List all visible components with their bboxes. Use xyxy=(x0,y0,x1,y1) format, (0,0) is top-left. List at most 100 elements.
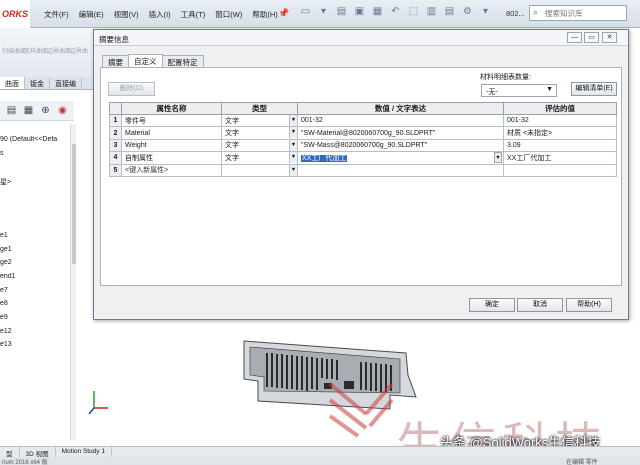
tree-scrollbar[interactable] xyxy=(70,124,76,440)
cancel-button[interactable]: 取消 xyxy=(517,298,563,312)
rebuild-icon[interactable]: ▥ xyxy=(426,6,437,18)
menu-tools[interactable]: 工具(T) xyxy=(181,9,206,20)
bom-quantity-select[interactable]: -无- ▼ xyxy=(481,84,557,97)
tab-custom[interactable]: 自定义 xyxy=(128,54,163,67)
folder-icon[interactable]: ▤ xyxy=(336,6,347,18)
tab-summary[interactable]: 摘要 xyxy=(102,55,129,67)
col-header-evaluated[interactable]: 评估的值 xyxy=(503,102,617,115)
table-row[interactable]: 1 零件号 文字 ▼ 001-32 001-32 xyxy=(109,113,617,128)
tree-item[interactable]: end1 xyxy=(0,273,72,287)
property-name-cell[interactable]: Material xyxy=(121,126,222,140)
configuration-manager-icon[interactable]: ⊕ xyxy=(40,105,51,117)
col-header-name[interactable]: 属性名称 xyxy=(121,102,222,115)
tab-motion-study[interactable]: Motion Study 1 xyxy=(56,447,112,457)
property-name-cell[interactable]: 零件号 xyxy=(121,113,222,128)
chevron-down-icon[interactable]: ▼ xyxy=(289,115,297,126)
tree-item[interactable]: ge2 xyxy=(0,259,72,273)
tree-item[interactable]: ge1 xyxy=(0,246,72,260)
status-version: rium 2016 x64 版 xyxy=(2,460,48,465)
print-icon[interactable]: ▦ xyxy=(372,6,383,18)
tree-item[interactable]: e12 xyxy=(0,328,72,342)
menu-edit[interactable]: 编辑(E) xyxy=(79,9,104,20)
edit-list-button[interactable]: 编辑清单(E) xyxy=(571,82,617,96)
menu-window[interactable]: 窗口(W) xyxy=(215,9,242,20)
table-row[interactable]: 5 <键入新属性> ▼ xyxy=(109,163,617,177)
tree-item[interactable]: e13 xyxy=(0,341,72,355)
open-icon[interactable]: ▾ xyxy=(318,6,329,18)
tab-direct-edit[interactable]: 直接编 xyxy=(50,77,82,89)
value-cell[interactable]: 001-32 xyxy=(297,113,504,128)
appearance-icon[interactable]: ◉ xyxy=(57,105,68,117)
pin-icon[interactable]: 📌 xyxy=(278,8,289,19)
tree-item[interactable] xyxy=(0,163,72,177)
type-cell[interactable]: 文字 ▼ xyxy=(221,113,298,128)
close-button[interactable]: ✕ xyxy=(602,32,617,43)
feature-tree-icon[interactable]: ▤ xyxy=(6,105,17,117)
cmd-boundary-surface[interactable]: 边界曲面 xyxy=(47,46,71,55)
options-gear-icon[interactable]: ⚙ xyxy=(462,6,473,18)
tree-item[interactable] xyxy=(0,204,72,218)
selected-value-text[interactable]: XX工厂代加工 xyxy=(301,154,348,162)
tree-item[interactable] xyxy=(0,191,72,205)
chevron-down-icon[interactable]: ▼ xyxy=(494,152,502,164)
table-row[interactable]: 2 Material 文字 ▼ "SW-Material@8020060700g_… xyxy=(109,126,617,140)
chevron-down-icon[interactable]: ▾ xyxy=(480,6,491,18)
tree-item[interactable]: e7 xyxy=(0,287,72,301)
value-cell[interactable]: "SW-Mass@8020060700g_90.SLDPRT" xyxy=(297,138,504,153)
tree-item[interactable]: e8 xyxy=(0,300,72,314)
cmd-boundary-extra[interactable]: 边界曲 xyxy=(70,46,88,55)
tab-configuration-specific[interactable]: 配置特定 xyxy=(161,55,204,67)
col-header-value[interactable]: 数值 / 文字表达 xyxy=(297,102,504,115)
tree-item[interactable] xyxy=(0,218,72,232)
table-row[interactable]: 3 Weight 文字 ▼ "SW-Mass@8020060700g_90.SLD… xyxy=(109,138,617,153)
property-manager-icon[interactable]: ▦ xyxy=(23,105,34,117)
tree-item[interactable]: 星> xyxy=(0,177,72,191)
type-cell[interactable]: 文字 ▼ xyxy=(221,151,298,165)
property-name-cell[interactable]: Weight xyxy=(121,138,222,153)
type-cell[interactable]: 文字 ▼ xyxy=(221,138,298,153)
property-name-cell[interactable]: 自制属性 xyxy=(121,151,222,165)
menu-help[interactable]: 帮助(H) xyxy=(252,9,277,20)
tree-item[interactable]: e1 xyxy=(0,232,72,246)
tab-3d-views[interactable]: 3D 视图 xyxy=(20,447,56,458)
custom-properties-panel: 删除(D) 材料明细表数量: -无- ▼ 编辑清单(E) 属性名称 类型 数值 … xyxy=(100,67,622,286)
save-icon[interactable]: ▣ xyxy=(354,6,365,18)
tree-item[interactable]: 90 (Default<<Defa xyxy=(0,136,72,150)
menu-insert[interactable]: 插入(I) xyxy=(149,9,171,20)
col-header-type[interactable]: 类型 xyxy=(221,102,298,115)
chevron-down-icon[interactable]: ▼ xyxy=(289,127,297,139)
table-row[interactable]: 4 自制属性 文字 ▼ XX工厂代加工 ▼ XX工厂代加工 xyxy=(109,151,617,165)
delete-button[interactable]: 删除(D) xyxy=(108,82,155,96)
chevron-down-icon[interactable]: ▼ xyxy=(289,165,297,176)
restore-button[interactable]: ▭ xyxy=(584,32,599,43)
chevron-down-icon[interactable]: ▼ xyxy=(289,140,297,151)
undo-icon[interactable]: ↶ xyxy=(390,6,401,18)
type-cell[interactable]: ▼ xyxy=(221,163,298,177)
value-cell[interactable]: "SW-Material@8020060700g_90.SLDPRT" xyxy=(297,126,504,140)
row-number: 3 xyxy=(109,138,122,153)
row-number: 4 xyxy=(109,151,122,165)
chevron-down-icon[interactable]: ▼ xyxy=(289,152,297,164)
tab-sheet-metal[interactable]: 钣金 xyxy=(25,77,50,89)
new-property-cell[interactable]: <键入新属性> xyxy=(121,163,222,177)
tree-item[interactable]: e9 xyxy=(0,314,72,328)
value-cell-editing[interactable]: XX工厂代加工 ▼ xyxy=(297,151,504,165)
tree-item[interactable]: s xyxy=(0,150,72,164)
tab-surfaces[interactable]: 曲面 xyxy=(0,77,25,89)
cmd-loft-surface[interactable]: 放样曲面 xyxy=(24,46,48,55)
cmd-sweep-surface[interactable]: 扫描曲面 xyxy=(2,46,26,55)
search-icon[interactable]: ⌕ xyxy=(533,7,538,18)
file-properties-icon[interactable]: ▤ xyxy=(444,6,455,18)
ok-button[interactable]: 确定 xyxy=(469,298,515,312)
value-cell[interactable] xyxy=(297,163,504,177)
new-document-icon[interactable]: ▭ xyxy=(300,6,311,18)
search-input[interactable] xyxy=(545,8,625,19)
status-bar: rium 2016 x64 版 在编辑 零件 xyxy=(0,457,640,465)
type-cell[interactable]: 文字 ▼ xyxy=(221,126,298,140)
minimize-button[interactable]: — xyxy=(567,32,582,43)
menu-file[interactable]: 文件(F) xyxy=(44,9,69,20)
tab-model[interactable]: 型 xyxy=(0,447,20,458)
menu-view[interactable]: 视图(V) xyxy=(114,9,139,20)
help-button[interactable]: 帮助(H) xyxy=(566,298,612,312)
select-icon[interactable]: ⬚ xyxy=(408,6,419,18)
